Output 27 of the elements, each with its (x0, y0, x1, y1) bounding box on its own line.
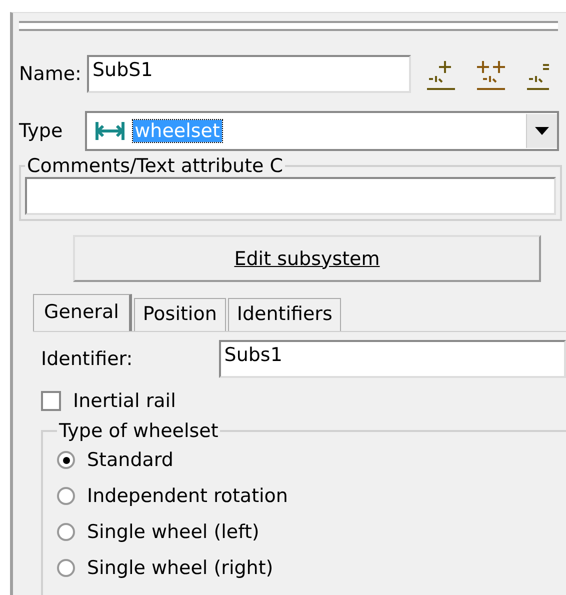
identifier-label: Identifier: (41, 348, 134, 370)
tab[interactable]: Identifiers (228, 298, 342, 331)
inertial-rail-checkbox[interactable] (41, 391, 61, 411)
radio-button[interactable] (57, 451, 75, 469)
wheelset-icon (92, 120, 127, 142)
radio-label: Independent rotation (87, 485, 288, 507)
type-label: Type (19, 120, 63, 142)
identifier-field[interactable]: Subs1 (219, 340, 566, 378)
panel-grip[interactable] (19, 21, 558, 31)
radio-label: Standard (87, 449, 174, 471)
dropdown-button[interactable] (526, 114, 557, 148)
edit-subsystem-button[interactable]: Edit subsystem (73, 235, 541, 282)
name-label: Name: (19, 63, 82, 85)
radio-button[interactable] (57, 487, 75, 505)
tab[interactable]: General (33, 294, 132, 331)
comments-field[interactable] (25, 177, 556, 215)
inertial-rail-label: Inertial rail (73, 390, 176, 412)
radio-button[interactable] (57, 559, 75, 577)
radio-label: Single wheel (left) (87, 521, 260, 543)
name-field[interactable]: SubS1 (87, 55, 412, 93)
type-value: wheelset (132, 120, 222, 142)
wheelset-type-title: Type of wheelset (58, 420, 220, 442)
radio-button[interactable] (57, 523, 75, 541)
radio-label: Single wheel (right) (87, 557, 274, 579)
caret-icon (534, 127, 549, 135)
tab[interactable]: Position (134, 298, 226, 331)
comments-label: Comments/Text attribute C (26, 155, 284, 177)
